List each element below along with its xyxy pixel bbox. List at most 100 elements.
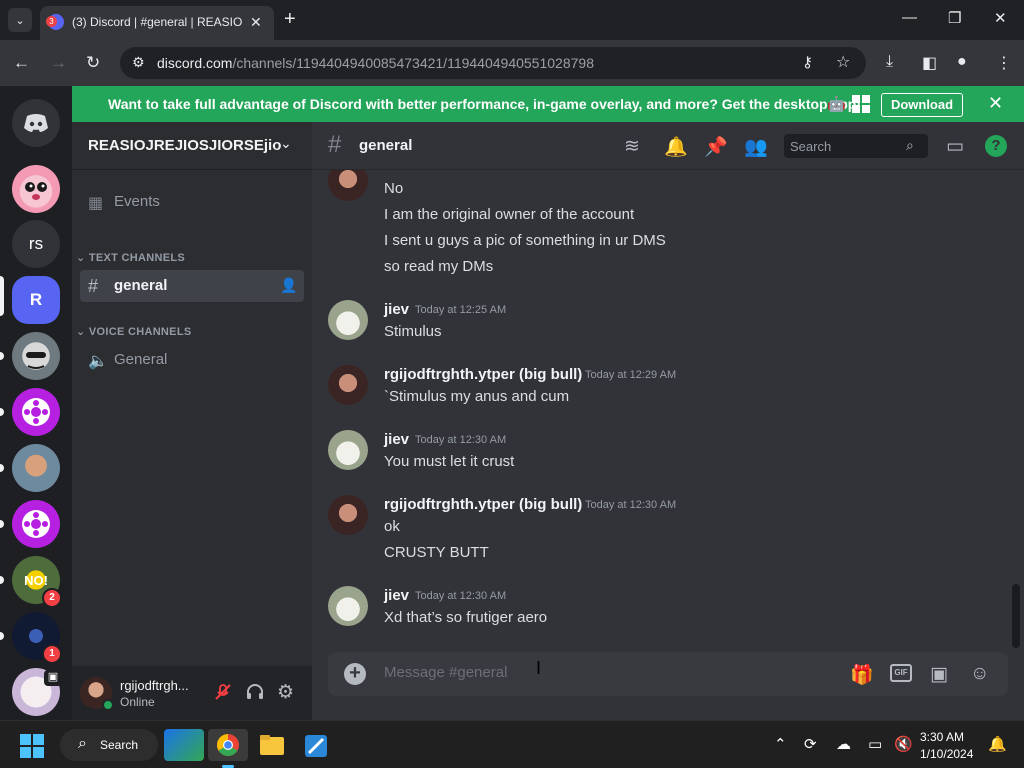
minimize-icon[interactable]: — [902, 9, 917, 26]
message-avatar[interactable] [328, 495, 368, 535]
events-item[interactable]: ▦ Events [80, 186, 304, 218]
selected-server-indicator [0, 276, 4, 316]
settings-gear-icon[interactable]: ⚙ [277, 681, 294, 704]
gif-icon[interactable]: GIF [890, 664, 912, 682]
message-scrollbar[interactable] [1012, 584, 1020, 648]
channel-title: general [359, 137, 413, 154]
close-window-icon[interactable]: ✕ [994, 9, 1007, 27]
sync-icon[interactable]: ⟳ [804, 735, 817, 753]
message-avatar[interactable] [328, 300, 368, 340]
download-button[interactable]: Download [881, 93, 963, 117]
back-icon[interactable]: ← [13, 53, 30, 73]
message-author[interactable]: jiev [384, 431, 409, 448]
channel-label: general [114, 277, 168, 294]
edge-beta-icon[interactable] [164, 729, 204, 761]
online-status-icon [102, 699, 114, 711]
inbox-icon[interactable]: ▭ [946, 135, 964, 158]
emoji-icon[interactable]: ☺ [970, 663, 989, 685]
server-icon-rs[interactable]: rs [12, 220, 60, 268]
file-explorer-icon[interactable] [252, 729, 292, 761]
help-icon[interactable]: ? [985, 135, 1007, 157]
browser-tab[interactable]: 3 (3) Discord | #general | REASIOJ ✕ [40, 6, 274, 40]
mute-microphone-icon[interactable] [214, 683, 232, 706]
unread-indicator [0, 408, 4, 416]
server-icon-anime[interactable] [12, 165, 60, 213]
server-icon-kid[interactable] [12, 444, 60, 492]
server-icon-film[interactable] [12, 388, 60, 436]
mention-badge: 2 [42, 588, 62, 608]
message-text: You must let it crust [384, 453, 515, 470]
voice-channel-general[interactable]: 🔈 General [80, 344, 304, 376]
headphones-icon[interactable] [246, 683, 264, 706]
notification-bell-icon[interactable]: 🔔 [664, 135, 688, 159]
text-channels-category[interactable]: ⌄ TEXT CHANNELS [76, 251, 185, 264]
message-author[interactable]: jiev [384, 587, 409, 604]
restore-icon[interactable]: ❐ [948, 9, 961, 27]
chat-header: # general ≋ 🔔 📌 👥 Search ⌕ ▭ ? [312, 122, 1024, 170]
taskbar-search[interactable]: ⌕ Search [60, 729, 158, 761]
message-author[interactable]: rgijodftrghth.ytper (big bull) [384, 366, 582, 383]
url-text: discord.com/channels/1194404940085473421… [157, 55, 594, 71]
network-icon[interactable]: ▭ [868, 735, 882, 753]
show-hidden-icons-icon[interactable]: ⌃ [774, 735, 787, 753]
address-bar[interactable]: ⚙ discord.com/channels/11944049400854734… [120, 47, 866, 79]
clock-time[interactable]: 3:30 AM [920, 730, 964, 744]
hashtag-icon: # [328, 131, 342, 158]
download-icon[interactable]: ⤓ [886, 53, 893, 71]
pinned-messages-icon[interactable]: 📌 [704, 135, 728, 159]
message-avatar[interactable] [328, 430, 368, 470]
clock-date[interactable]: 1/10/2024 [920, 747, 973, 761]
url-host: discord.com [157, 55, 233, 71]
message-composer[interactable]: + Message #general 🎁 GIF ▣ ☺ [328, 652, 1008, 696]
threads-icon[interactable]: ≋ [624, 135, 640, 158]
channel-general[interactable]: # general 👤 [80, 270, 304, 302]
server-icon-film-2[interactable] [12, 500, 60, 548]
chrome-icon[interactable] [208, 729, 248, 761]
message-timestamp: Today at 12:29 AM [585, 369, 677, 381]
voice-channel-label: General [114, 351, 168, 368]
message-author[interactable]: rgijodftrghth.ytper (big bull) [384, 496, 582, 513]
text-cursor-icon: I [536, 658, 542, 678]
site-info-icon[interactable]: ⚙ [132, 54, 145, 71]
username[interactable]: rgijodftrgh... [120, 678, 189, 693]
server-icon-cat[interactable] [12, 332, 60, 380]
paint-app-icon[interactable] [296, 729, 336, 761]
close-banner-icon[interactable]: ✕ [988, 93, 1003, 114]
search-input[interactable]: Search ⌕ [784, 134, 928, 158]
message-author[interactable]: jiev [384, 301, 409, 318]
volume-muted-icon[interactable]: 🔇 [894, 735, 913, 753]
profile-icon[interactable]: ● [957, 53, 967, 71]
discord-app: rs R NO! 2 1 ▣ Want to take full advanta… [0, 86, 1024, 720]
reload-icon[interactable]: ↻ [86, 53, 100, 73]
close-tab-icon[interactable]: ✕ [250, 14, 262, 31]
windows-start-icon[interactable] [20, 734, 44, 758]
message-avatar[interactable] [328, 586, 368, 626]
server-name: REASIOJREJIOSJIORSEjio [88, 137, 282, 154]
tab-search-button[interactable]: ⌄ [8, 8, 32, 32]
sticker-icon[interactable]: ▣ [930, 663, 948, 686]
voice-channels-category[interactable]: ⌄ VOICE CHANNELS [76, 325, 191, 338]
create-invite-icon[interactable]: 👤 [280, 277, 297, 294]
message-avatar[interactable] [328, 365, 368, 405]
tab-title: (3) Discord | #general | REASIOJ [72, 15, 242, 29]
hashtag-icon: # [88, 276, 99, 296]
bookmark-star-icon[interactable]: ☆ [836, 52, 850, 72]
member-list-icon[interactable]: 👥 [744, 135, 768, 159]
forward-icon[interactable]: → [50, 53, 67, 73]
message-avatar[interactable] [328, 170, 368, 201]
server-icon-r[interactable]: R [12, 276, 60, 324]
chrome-menu-icon[interactable]: ⋮ [996, 53, 1012, 73]
message-input[interactable]: Message #general [384, 664, 507, 681]
gift-icon[interactable]: 🎁 [850, 663, 874, 687]
category-label: TEXT CHANNELS [88, 252, 186, 264]
discord-home-icon[interactable] [12, 99, 60, 147]
server-header[interactable]: REASIOJREJIOSJIORSEjio ⌄ [72, 122, 312, 170]
onedrive-icon[interactable]: ☁ [836, 735, 851, 753]
notifications-bell-icon[interactable]: 🔔 [988, 735, 1007, 753]
side-panel-icon[interactable]: ◧ [922, 53, 937, 73]
add-attachment-icon[interactable]: + [344, 663, 366, 685]
discord-favicon-icon: 3 [46, 14, 64, 30]
new-tab-button[interactable]: + [284, 9, 296, 29]
message-text: Xd that’s so frutiger aero [384, 609, 548, 626]
password-key-icon[interactable]: ⚷ [802, 53, 813, 71]
